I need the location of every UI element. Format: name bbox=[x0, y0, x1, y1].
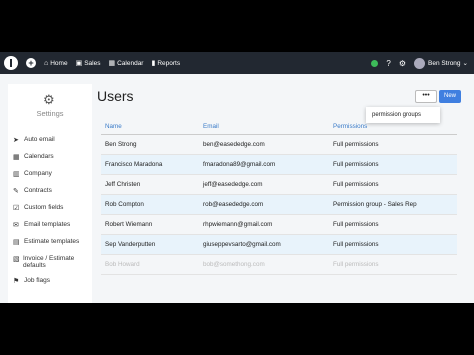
nav-sales-label: Sales bbox=[84, 59, 101, 67]
nav-reports[interactable]: ▮ Reports bbox=[151, 59, 181, 68]
column-header-permissions[interactable]: Permissions bbox=[332, 119, 457, 135]
building-icon: ▥ bbox=[13, 171, 20, 178]
table-row[interactable]: Bob Howard bob@somethong.com Full permis… bbox=[101, 254, 457, 275]
column-header-name[interactable]: Name bbox=[101, 119, 202, 135]
pen-icon: ✎ bbox=[13, 188, 19, 195]
table-row[interactable]: Francisco Maradona fmaradona89@gmail.com… bbox=[101, 154, 457, 175]
users-table: Name Email Permissions Ben Strong ben@ea… bbox=[101, 119, 457, 275]
sidebar-item-label: Custom fields bbox=[24, 204, 64, 211]
sidebar-item-calendars[interactable]: ▦ Calendars bbox=[13, 153, 92, 170]
check-square-icon: ☑ bbox=[13, 205, 20, 212]
sidebar-title: Settings bbox=[36, 109, 64, 118]
calendar-icon: ▦ bbox=[13, 154, 20, 161]
cell-name: Sep Vanderputten bbox=[101, 234, 202, 255]
sidebar-item-auto-email[interactable]: ➤ Auto email bbox=[13, 136, 92, 153]
cell-email: ben@easededge.com bbox=[202, 134, 332, 155]
cell-permissions: Full permissions bbox=[332, 174, 457, 195]
table-row[interactable]: Rob Compton rob@easededge.com Permission… bbox=[101, 194, 457, 215]
cell-email: fmaradona89@gmail.com bbox=[202, 154, 332, 175]
table-row[interactable]: Robert Wiemann rhpwiemann@gmail.com Full… bbox=[101, 214, 457, 235]
cell-email: giuseppevsarto@gmail.com bbox=[202, 234, 332, 255]
column-header-email[interactable]: Email bbox=[202, 119, 332, 135]
cell-email: rob@easededge.com bbox=[202, 194, 332, 215]
cell-permissions: Full permissions bbox=[332, 134, 457, 155]
cell-name: Francisco Maradona bbox=[101, 154, 202, 175]
cell-name: Robert Wiemann bbox=[101, 214, 202, 235]
cell-name: Bob Howard bbox=[101, 254, 202, 275]
flag-icon: ⚑ bbox=[13, 278, 20, 285]
sidebar-item-label: Job flags bbox=[24, 277, 51, 284]
new-user-button[interactable]: New bbox=[439, 90, 461, 103]
nav-calendar[interactable]: ▦ Calendar bbox=[108, 59, 144, 68]
cell-name: Ben Strong bbox=[101, 134, 202, 155]
sidebar-item-estimate-templates[interactable]: ▤ Estimate templates bbox=[13, 238, 92, 255]
sidebar-item-label: Auto email bbox=[24, 136, 55, 143]
topbar-right: ? ⚙ Ben Strong ⌄ bbox=[371, 57, 468, 69]
user-name[interactable]: Ben Strong bbox=[428, 60, 461, 67]
cell-email: jeff@easededge.com bbox=[202, 174, 332, 195]
nav-sales[interactable]: ▣ Sales bbox=[75, 59, 101, 68]
table-row[interactable]: Ben Strong ben@easededge.com Full permis… bbox=[101, 134, 457, 155]
nav-reports-label: Reports bbox=[157, 59, 181, 67]
sidebar-item-label: Invoice / Estimate defaults bbox=[23, 255, 75, 269]
add-icon[interactable]: + bbox=[26, 58, 36, 68]
sales-icon: ▣ bbox=[75, 60, 83, 67]
reports-icon: ▮ bbox=[151, 60, 156, 67]
cell-name: Rob Compton bbox=[101, 194, 202, 215]
cell-name: Jeff Christen bbox=[101, 174, 202, 195]
sidebar-item-email-templates[interactable]: ✉ Email templates bbox=[13, 221, 92, 238]
users-panel: Users ••• New permission groups Name Ema… bbox=[97, 84, 474, 303]
envelope-icon: ✉ bbox=[13, 222, 19, 229]
sidebar-item-label: Email templates bbox=[24, 221, 71, 228]
nav-home-label: Home bbox=[50, 59, 68, 67]
settings-gear-icon: ⚙ bbox=[43, 92, 55, 107]
sidebar-item-label: Company bbox=[24, 170, 52, 177]
cell-permissions: Full permissions bbox=[332, 234, 457, 255]
cell-permissions: Full permissions bbox=[332, 154, 457, 175]
sidebar-item-label: Contracts bbox=[24, 187, 52, 194]
send-icon: ➤ bbox=[13, 137, 19, 144]
cell-permissions: Full permissions bbox=[332, 214, 457, 235]
nav-calendar-label: Calendar bbox=[117, 59, 144, 67]
cell-email: rhpwiemann@gmail.com bbox=[202, 214, 332, 235]
gear-icon[interactable]: ⚙ bbox=[399, 59, 406, 68]
table-row[interactable]: Sep Vanderputten giuseppevsarto@gmail.co… bbox=[101, 234, 457, 255]
cell-permissions: Permission group - Sales Rep bbox=[332, 194, 457, 215]
sidebar-item-label: Calendars bbox=[24, 153, 54, 160]
invoice-icon: ▧ bbox=[13, 256, 20, 263]
status-indicator bbox=[371, 59, 379, 67]
sidebar-item-company[interactable]: ▥ Company bbox=[13, 170, 92, 187]
sidebar-item-label: Estimate templates bbox=[24, 238, 80, 245]
settings-sidebar: ⚙ Settings ➤ Auto email ▦ Calendars ▥ Compa… bbox=[8, 84, 92, 303]
table-row[interactable]: Jeff Christen jeff@easededge.com Full pe… bbox=[101, 174, 457, 195]
sidebar-item-contracts[interactable]: ✎ Contracts bbox=[13, 187, 92, 204]
sidebar-item-job-flags[interactable]: ⚑ Job flags bbox=[13, 277, 92, 294]
help-icon[interactable]: ? bbox=[386, 59, 390, 68]
nav-home[interactable]: ⌂ Home bbox=[44, 60, 68, 67]
top-navbar: + ⌂ Home ▣ Sales ▦ Calendar ▮ Reports ? ⚙ Be… bbox=[0, 52, 474, 74]
more-options-button[interactable]: ••• bbox=[415, 90, 437, 103]
calculator-icon: ▤ bbox=[13, 239, 20, 246]
avatar[interactable] bbox=[414, 57, 426, 69]
home-icon: ⌂ bbox=[44, 59, 49, 67]
calendar-icon: ▦ bbox=[108, 60, 116, 67]
app-window: + ⌂ Home ▣ Sales ▦ Calendar ▮ Reports ? ⚙ Be… bbox=[0, 52, 474, 303]
table-header-row: Name Email Permissions bbox=[101, 119, 457, 135]
cell-email: bob@somethong.com bbox=[202, 254, 332, 275]
sidebar-item-invoice-estimate-defaults[interactable]: ▧ Invoice / Estimate defaults bbox=[13, 255, 92, 277]
sidebar-item-custom-fields[interactable]: ☑ Custom fields bbox=[13, 204, 92, 221]
page-title: Users bbox=[97, 88, 134, 104]
app-logo-icon[interactable] bbox=[4, 56, 18, 70]
chevron-down-icon[interactable]: ⌄ bbox=[463, 59, 468, 67]
cell-permissions: Full permissions bbox=[332, 254, 457, 275]
